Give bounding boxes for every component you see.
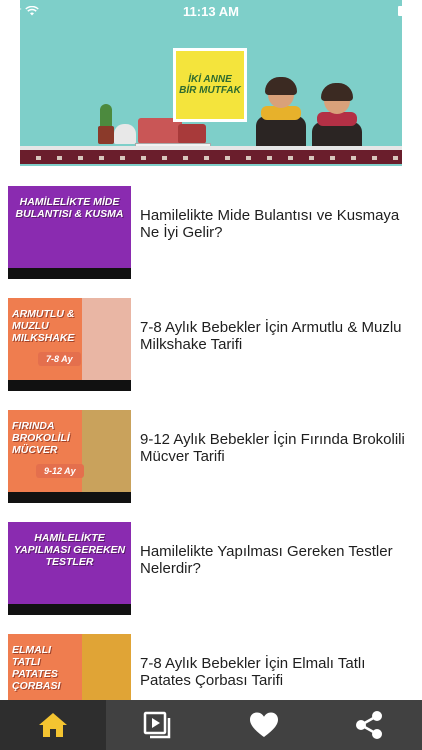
video-thumbnail[interactable]: ARMUTLU & MUZLU MILKSHAKE 7-8 Ay: [8, 298, 131, 391]
plant-pot: [98, 126, 114, 144]
video-thumbnail[interactable]: FIRINDA BROKOLİLİ MÜCVER 9-12 Ay: [8, 410, 131, 503]
thumbnail-caption: HAMİLELİKTE YAPILMASI GEREKEN TESTLER: [13, 532, 126, 568]
video-thumbnail[interactable]: HAMİLELİKTE MİDE BULANTISI & KUSMA: [8, 186, 131, 279]
tab-share[interactable]: [317, 700, 422, 750]
host-2: [312, 83, 362, 162]
video-title[interactable]: 7-8 Aylık Bebekler İçin Elmalı Tatlı Pat…: [140, 655, 416, 689]
cooking-pot-small: [178, 124, 206, 144]
battery-icon: [398, 6, 408, 16]
video-title[interactable]: Hamilelikte Mide Bulantısı ve Kusmaya Ne…: [140, 207, 416, 241]
kitchen-scale: [114, 124, 136, 144]
thumbnail-caption: ARMUTLU & MUZLU MILKSHAKE: [12, 308, 75, 344]
plant-leaves: [100, 104, 112, 128]
list-item[interactable]: FIRINDA BROKOLİLİ MÜCVER 9-12 Ay 9-12 Ay…: [0, 390, 422, 503]
logo-line-2: BİR MUTFAK: [179, 85, 241, 96]
tab-bar: [0, 700, 422, 750]
status-time: 11:13 AM: [183, 4, 239, 19]
list-item[interactable]: HAMİLELİKTE YAPILMASI GEREKEN TESTLER Ha…: [0, 502, 422, 615]
video-title[interactable]: Hamilelikte Yapılması Gereken Testler Ne…: [140, 543, 416, 577]
brand-logo: İKİ ANNE BİR MUTFAK: [173, 48, 247, 122]
share-icon: [356, 711, 383, 739]
hero-banner[interactable]: İKİ ANNE BİR MUTFAK: [20, 0, 402, 166]
logo-line-1: İKİ ANNE: [188, 74, 232, 85]
tab-videos[interactable]: [106, 700, 212, 750]
list-item[interactable]: HAMİLELİKTE MİDE BULANTISI & KUSMA Hamil…: [0, 166, 422, 279]
thumbnail-caption: FIRINDA BROKOLİLİ MÜCVER: [12, 420, 70, 456]
video-title[interactable]: 9-12 Aylık Bebekler İçin Fırında Brokoli…: [140, 431, 416, 465]
age-badge: 7-8 Ay: [38, 352, 81, 366]
home-icon: [38, 713, 67, 737]
host-1: [256, 77, 306, 156]
status-bar: rrier 11:13 AM: [0, 0, 422, 22]
video-list: HAMİLELİKTE MİDE BULANTISI & KUSMA Hamil…: [0, 166, 422, 727]
heart-icon: [249, 712, 278, 737]
tab-favorites[interactable]: [211, 700, 317, 750]
thumbnail-caption: ELMALI TATLI PATATES ÇORBASI: [12, 644, 61, 692]
counter-pattern: [20, 156, 402, 160]
age-badge: 9-12 Ay: [36, 464, 84, 478]
list-item[interactable]: ARMUTLU & MUZLU MILKSHAKE 7-8 Ay 7-8 Ayl…: [0, 278, 422, 391]
video-thumbnail[interactable]: HAMİLELİKTE YAPILMASI GEREKEN TESTLER: [8, 522, 131, 615]
tab-home[interactable]: [0, 700, 106, 750]
video-playlist-icon: [144, 711, 171, 739]
video-title[interactable]: 7-8 Aylık Bebekler İçin Armutlu & Muzlu …: [140, 319, 416, 353]
app-screen: İKİ ANNE BİR MUTFAK rrier 11:13 AM HAMİL…: [0, 0, 422, 750]
thumbnail-caption: HAMİLELİKTE MİDE BULANTISI & KUSMA: [15, 196, 124, 220]
